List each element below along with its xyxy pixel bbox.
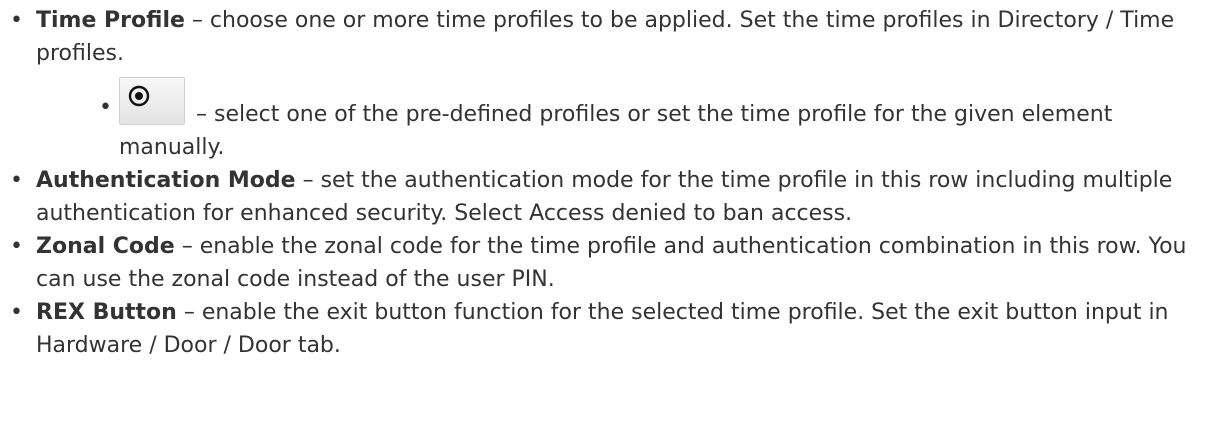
list-item-rex-button: REX Button – enable the exit button func… xyxy=(10,296,1219,362)
description-select-profile: – select one of the pre-defined profiles… xyxy=(119,102,1113,160)
description-time-profile: – choose one or more time profiles to be… xyxy=(36,8,1175,66)
list-item-authentication-mode: Authentication Mode – set the authentica… xyxy=(10,164,1219,230)
field-description-list: Time Profile – choose one or more time p… xyxy=(0,4,1219,362)
term-zonal-code: Zonal Code xyxy=(36,234,175,259)
radio-select-icon xyxy=(128,85,150,107)
term-rex-button: REX Button xyxy=(36,300,177,325)
list-item-zonal-code: Zonal Code – enable the zonal code for t… xyxy=(10,230,1219,296)
sub-item-select-profile: – select one of the pre-defined profiles… xyxy=(99,77,1219,164)
document-body: Time Profile – choose one or more time p… xyxy=(0,0,1219,446)
list-item-time-profile: Time Profile – choose one or more time p… xyxy=(10,4,1219,164)
term-authentication-mode: Authentication Mode xyxy=(36,168,296,193)
description-zonal-code: – enable the zonal code for the time pro… xyxy=(36,234,1187,292)
term-time-profile: Time Profile xyxy=(36,8,185,33)
radio-select-button[interactable] xyxy=(119,77,185,125)
description-rex-button: – enable the exit button function for th… xyxy=(36,300,1169,358)
time-profile-sublist: – select one of the pre-defined profiles… xyxy=(36,77,1219,164)
